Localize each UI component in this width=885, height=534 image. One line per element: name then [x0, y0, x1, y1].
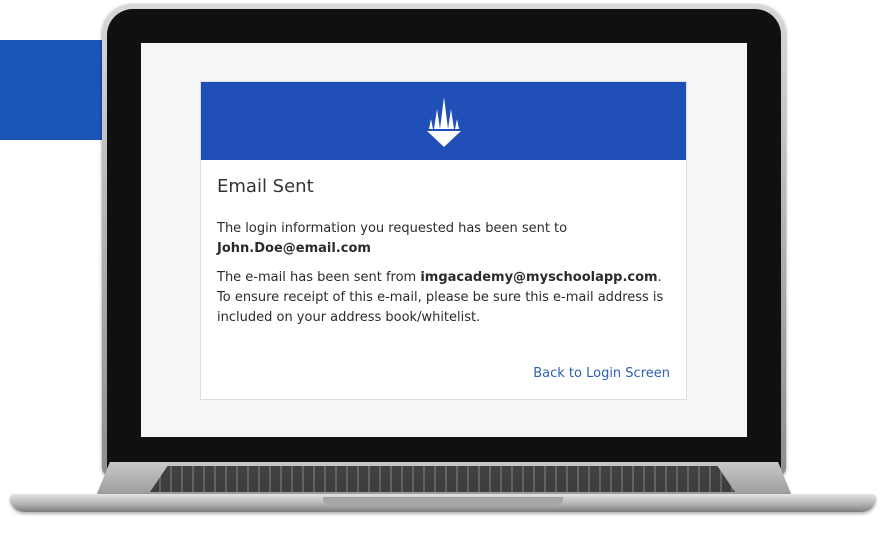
crown-spikes-logo-icon — [426, 95, 461, 147]
page-title: Email Sent — [217, 176, 314, 197]
sender-email: imgacademy@myschoolapp.com — [420, 270, 658, 285]
laptop-lid: Email Sent The login information you req… — [102, 4, 786, 476]
laptop-bezel: Email Sent The login information you req… — [107, 9, 781, 472]
laptop-keyboard — [150, 466, 735, 492]
laptop-hinge-notch — [323, 497, 563, 505]
back-to-login-link[interactable]: Back to Login Screen — [533, 366, 670, 381]
card-header — [201, 82, 686, 160]
sender-notice: The e-mail has been sent from imgacademy… — [217, 268, 670, 328]
confirmation-message: The login information you requested has … — [217, 221, 568, 236]
card-body: Email Sent The login information you req… — [201, 160, 686, 328]
sender-notice-prefix: The e-mail has been sent from — [217, 270, 421, 285]
laptop-screen: Email Sent The login information you req… — [141, 43, 747, 437]
recipient-email: John.Doe@email.com — [217, 241, 371, 256]
email-sent-card: Email Sent The login information you req… — [200, 81, 687, 400]
